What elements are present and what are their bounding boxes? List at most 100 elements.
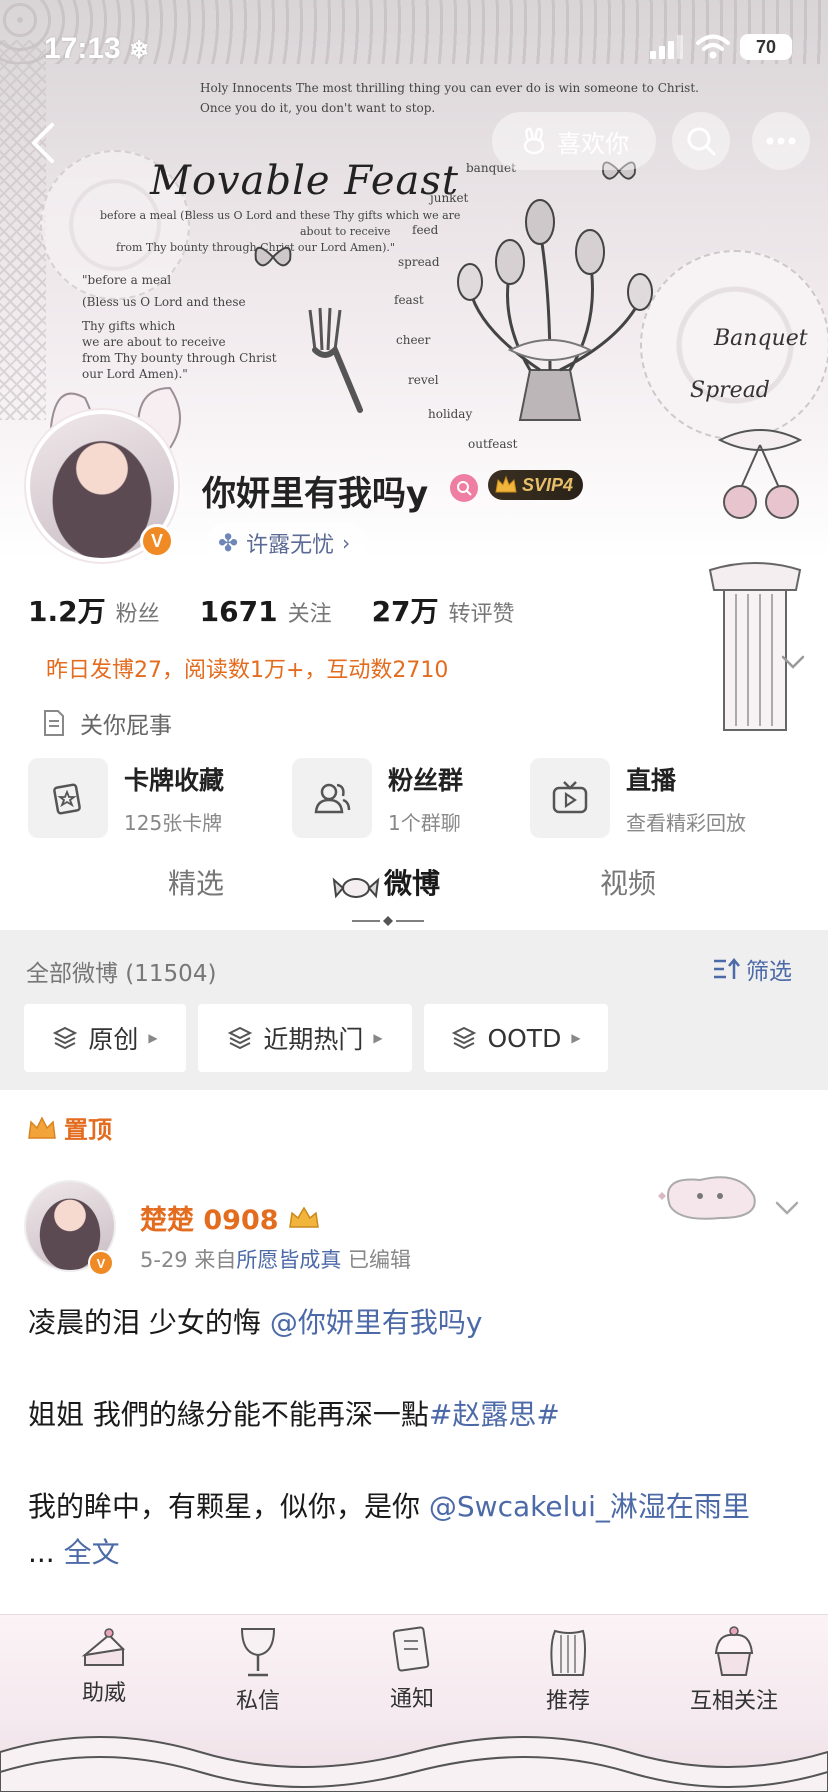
banner-word: spread — [398, 255, 440, 269]
read-more-line: ... 全文 — [28, 1530, 808, 1576]
followers-label[interactable]: 粉丝 — [116, 596, 160, 628]
card-icon — [392, 1626, 430, 1672]
like-button[interactable]: 喜欢你 — [492, 112, 656, 170]
sticker-decoration — [658, 1176, 756, 1220]
card-live[interactable]: 直播 查看精彩回放 — [530, 756, 746, 840]
nav-cheer[interactable]: 助威 — [44, 1625, 164, 1707]
star-card-icon — [53, 783, 81, 815]
cupcake-icon — [714, 1626, 754, 1676]
post-meta: 5-29 来自所愿皆成真 已编辑 — [140, 1244, 411, 1274]
card-fan-group-icon — [292, 758, 372, 838]
card-live-title: 直播 — [626, 765, 677, 795]
card-fan-group-sub: 1个群聊 — [388, 810, 461, 835]
bio: 关你屁事 — [42, 706, 172, 740]
activity-summary[interactable]: 昨日发博27，阅读数1万+，互动数2710 — [46, 652, 448, 684]
chip-recent-hot[interactable]: 近期热门 ▶ — [198, 1004, 412, 1072]
gold-crown-icon — [288, 1206, 319, 1228]
post-date: 5-29 — [140, 1248, 188, 1272]
post-line: 我的眸中，有颗星，似你，是你 @Swcakelui_淋湿在雨里 — [28, 1484, 808, 1530]
battery-indicator: 70 — [740, 34, 792, 60]
post-text: 我的眸中，有颗星，似你，是你 — [28, 1490, 429, 1523]
banner-word: feast — [394, 293, 424, 307]
following-label[interactable]: 关注 — [288, 596, 332, 628]
profile-tabs: 精选 微博 视频 — [0, 862, 828, 928]
chevron-down-icon[interactable] — [774, 1200, 800, 1216]
more-button[interactable] — [752, 112, 810, 170]
chip-original[interactable]: 原创 ▶ — [24, 1004, 186, 1072]
goblet-icon — [240, 1628, 276, 1677]
card-fan-group[interactable]: 粉丝群 1个群聊 — [292, 756, 463, 840]
post-author-name: 楚楚 0908 — [140, 1205, 279, 1236]
post-from: 来自 — [194, 1248, 237, 1272]
card-collection[interactable]: 卡牌收藏 125张卡牌 — [28, 756, 224, 840]
search-icon — [687, 127, 716, 156]
chevron-down-icon[interactable] — [780, 654, 806, 670]
document-icon — [44, 710, 64, 736]
fork-illustration — [308, 307, 363, 413]
nav-notifications[interactable]: 通知 — [352, 1625, 472, 1713]
cherries-illustration — [717, 429, 803, 519]
bio-text: 关你屁事 — [80, 713, 172, 739]
banner-text-line: before a meal (Bless us O Lord and these… — [100, 209, 461, 222]
chip-ootd-label: OOTD — [487, 1023, 562, 1053]
layers-icon — [452, 1026, 477, 1050]
followers-count[interactable]: 1.2万 — [28, 590, 106, 630]
mention-link[interactable]: @Swcakelui_淋湿在雨里 — [429, 1490, 750, 1523]
butterfly-illustration — [254, 246, 292, 267]
nav-mutual-follow[interactable]: 互相关注 — [664, 1625, 804, 1715]
banner-quote-line: we are about to receive — [82, 335, 226, 349]
post-author[interactable]: 楚楚 0908 — [140, 1198, 321, 1237]
mention-link[interactable]: @你妍里有我吗y — [270, 1306, 483, 1339]
tv-play-icon — [552, 781, 588, 814]
back-button[interactable] — [18, 118, 68, 168]
nav-messages[interactable]: 私信 — [198, 1625, 318, 1715]
card-live-icon — [530, 758, 610, 838]
engagement-count[interactable]: 27万 — [372, 590, 439, 630]
following-count[interactable]: 1671 — [200, 595, 278, 628]
tab-video[interactable]: 视频 — [600, 862, 656, 902]
bottom-nav: 助威 私信 通知 推荐 互相关注 — [0, 1614, 828, 1792]
snowflake-icon: ❄ — [129, 37, 150, 64]
verified-badge: V — [140, 524, 174, 558]
svip-label: SVIP4 — [522, 474, 574, 495]
banner-word: feed — [412, 223, 439, 237]
chip-ootd[interactable]: OOTD ▶ — [424, 1004, 608, 1072]
caret-right-icon: ▶ — [373, 1031, 383, 1045]
filter-icon — [714, 958, 740, 979]
banner-text-line: about to receive — [300, 225, 391, 238]
banner-word: cheer — [396, 333, 431, 347]
crown-icon — [28, 1115, 56, 1139]
nav-messages-label: 私信 — [235, 1689, 280, 1714]
chip-recent-hot-label: 近期热门 — [263, 1025, 364, 1054]
nav-cheer-label: 助威 — [81, 1681, 126, 1706]
ellipsis-text: ... — [28, 1536, 64, 1569]
profile-tag[interactable]: ✤ 许露无忧 › — [206, 522, 367, 564]
nav-recommend[interactable]: 推荐 — [508, 1625, 628, 1715]
search-button[interactable] — [672, 112, 730, 170]
crown-icon — [495, 475, 517, 493]
card-live-sub: 查看精彩回放 — [626, 810, 746, 835]
filter-button[interactable]: 筛选 — [712, 952, 792, 986]
engagement-label[interactable]: 转评赞 — [449, 596, 515, 628]
group-icon — [314, 783, 351, 814]
banner-script-text: Spread — [690, 378, 770, 403]
tab-featured[interactable]: 精选 — [168, 862, 224, 902]
chevron-left-icon — [32, 123, 54, 163]
read-more-link[interactable]: 全文 — [64, 1536, 120, 1569]
status-time: 17:13 ❄ — [44, 32, 149, 66]
cake-icon — [81, 1628, 126, 1666]
status-icons: 70 — [650, 34, 792, 60]
ribbon-decoration — [0, 1736, 828, 1792]
member-badge-icon[interactable] — [450, 474, 478, 502]
tab-active-underline — [352, 916, 424, 926]
svip-badge[interactable]: SVIP4 — [488, 470, 584, 500]
hashtag-link[interactable]: #赵露思# — [429, 1398, 560, 1431]
post-body[interactable]: 凌晨的泪 少女的悔 @你妍里有我吗y 姐姐 我們的緣分能不能再深一點#赵露思# … — [28, 1300, 808, 1576]
profile-stats: 1.2万 粉丝 1671 关注 27万 转评赞 — [28, 590, 555, 630]
chevron-right-icon: › — [342, 531, 351, 555]
tab-weibo[interactable]: 微博 — [384, 862, 440, 902]
pinned-text: 置顶 — [64, 1116, 112, 1144]
card-fan-group-title: 粉丝群 — [388, 765, 464, 795]
nav-mutual-follow-label: 互相关注 — [689, 1689, 778, 1714]
post-source-link[interactable]: 所愿皆成真 — [236, 1248, 341, 1272]
